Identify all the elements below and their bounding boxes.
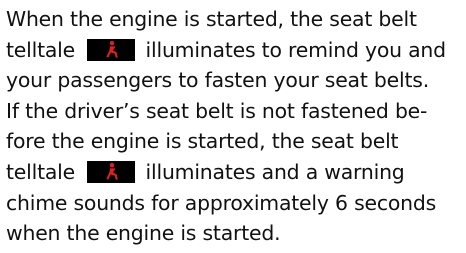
document-body: When the engine is started, the seat bel… xyxy=(0,0,466,253)
seat-belt-telltale-icon xyxy=(87,38,136,61)
text-line: telltale illuminates to remind you and xyxy=(6,35,460,66)
line-text: your passengers to fasten your seat belt… xyxy=(6,68,429,93)
text-line: your passengers to fasten your seat belt… xyxy=(6,65,460,96)
text-line: when the engine is started. xyxy=(6,218,460,249)
line-text: illuminates to remind you and xyxy=(139,37,447,62)
seat-belt-telltale-icon xyxy=(87,160,136,183)
line-text: when the engine is started. xyxy=(6,221,281,246)
text-line: If the driver’s seat belt is not fastene… xyxy=(6,96,460,127)
text-line: chime sounds for approximately 6 seconds xyxy=(6,188,460,219)
text-line: When the engine is started, the seat bel… xyxy=(6,4,460,35)
line-text: illuminates and a warning xyxy=(139,159,405,184)
text-line: fore the engine is started, the seat bel… xyxy=(6,126,460,157)
line-text: chime sounds for approximately 6 seconds xyxy=(6,190,437,215)
line-text: telltale xyxy=(6,37,82,62)
text-line: telltale illuminates and a warning xyxy=(6,157,460,188)
line-text: If the driver’s seat belt is not fastene… xyxy=(6,98,428,123)
line-text: telltale xyxy=(6,159,82,184)
line-text: fore the engine is started, the seat bel… xyxy=(6,129,399,154)
line-text: When the engine is started, the seat bel… xyxy=(6,7,417,31)
